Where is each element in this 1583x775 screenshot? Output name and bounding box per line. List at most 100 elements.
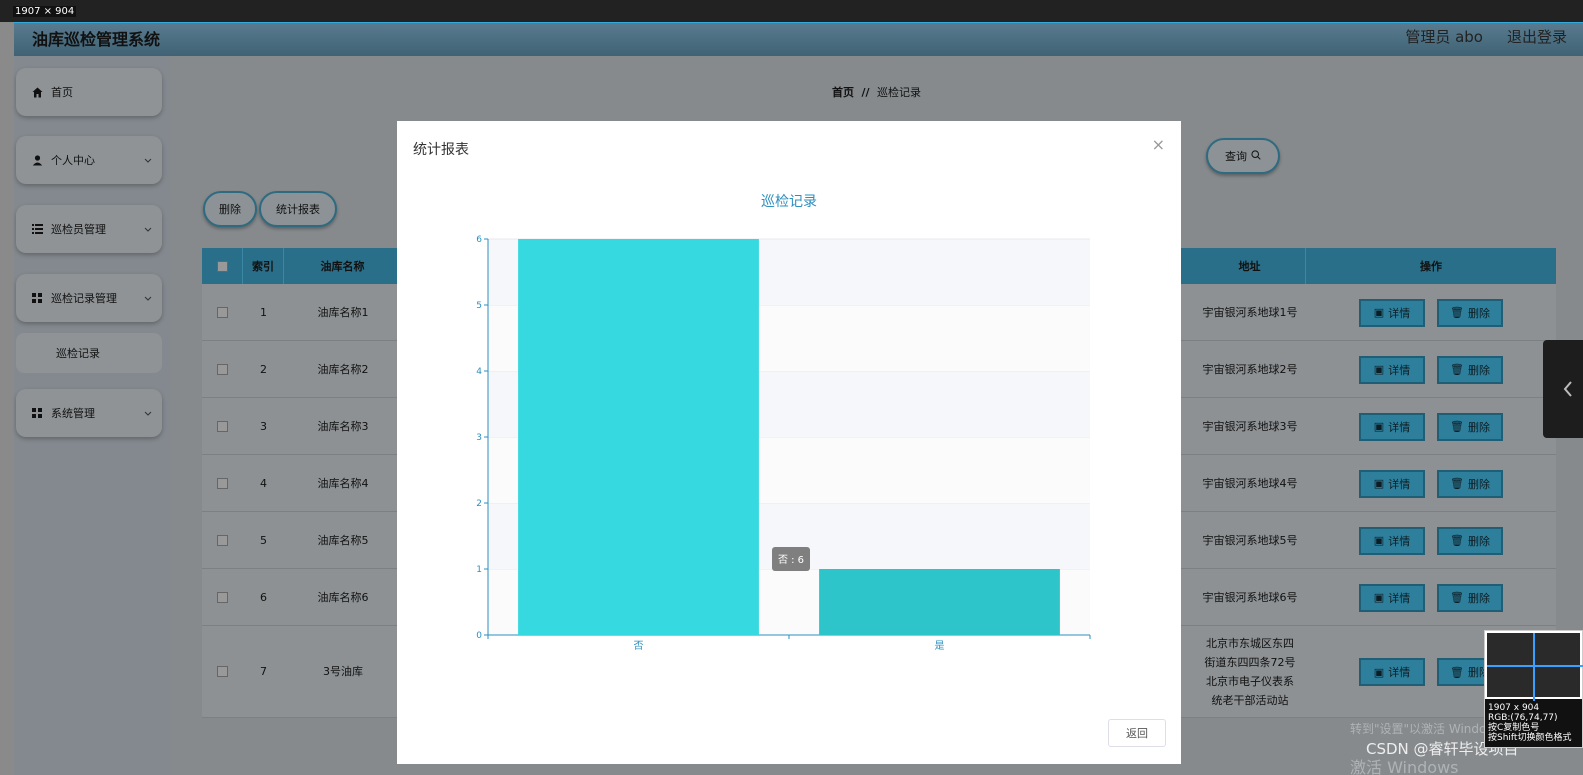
magnifier-view (1485, 631, 1583, 701)
detail-button[interactable]: ▣ 详情 (1359, 583, 1425, 612)
app-header: 油库巡检管理系统 管理员 abo 退出登录 (14, 22, 1583, 56)
row-checkbox[interactable] (217, 666, 228, 677)
breadcrumb: 首页 // 巡检记录 (832, 84, 921, 100)
select-all-checkbox[interactable] (216, 260, 228, 272)
sidebar-item-label: 首页 (51, 86, 73, 99)
detail-icon: ▣ (1373, 534, 1385, 547)
detail-label: 详情 (1388, 666, 1411, 679)
row-address: 宇宙银河系地球1号 (1202, 305, 1298, 319)
row-delete-label: 删除 (1467, 591, 1490, 605)
detail-button[interactable]: ▣ 详情 (1359, 658, 1425, 686)
sidebar-subitem-label: 巡检记录 (56, 347, 100, 360)
stats-report-button[interactable]: 统计报表 (259, 191, 337, 227)
detail-icon: ▣ (1373, 363, 1385, 376)
user-icon (31, 154, 43, 166)
row-address: 宇宙银河系地球5号 (1202, 533, 1298, 547)
row-address: 宇宙银河系地球3号 (1202, 419, 1298, 433)
sidebar-item-home[interactable]: 首页 (16, 68, 162, 116)
detail-icon: ▣ (1373, 665, 1385, 679)
screen-measure-bar: 1907 × 904 (0, 0, 1583, 22)
row-checkbox[interactable] (217, 420, 228, 432)
sidebar-item-label: 巡检记录管理 (51, 292, 117, 305)
sidebar-item-label: 系统管理 (51, 407, 95, 420)
row-delete-button[interactable]: 🗑 删除 (1437, 583, 1503, 612)
breadcrumb-separator: // (861, 86, 870, 99)
row-index: 4 (260, 476, 267, 490)
row-select-cell (202, 341, 243, 397)
stats-report-dialog: 统计报表 × 巡检记录 0123456否是否 : 6 返回 (397, 121, 1181, 764)
row-address: 宇宙银河系地球4号 (1202, 476, 1298, 490)
row-checkbox[interactable] (217, 363, 228, 375)
y-tick-label: 4 (476, 367, 482, 377)
row-index: 5 (260, 533, 267, 547)
row-depot-name: 3号油库 (323, 665, 363, 678)
row-delete-button[interactable]: 🗑 删除 (1437, 469, 1503, 498)
grid-icon (31, 292, 43, 304)
logout-link[interactable]: 退出登录 (1507, 26, 1567, 47)
row-select-cell (202, 626, 243, 717)
row-delete-label: 删除 (1467, 363, 1490, 377)
row-index: 3 (260, 419, 267, 433)
detail-icon: ▣ (1373, 306, 1385, 319)
row-delete-button[interactable]: 🗑 删除 (1437, 526, 1503, 555)
row-checkbox[interactable] (217, 306, 228, 318)
row-index: 7 (260, 665, 267, 678)
chevron-down-icon (144, 223, 152, 236)
bar-0 (518, 239, 759, 635)
magnifier-hint-format: 按Shift切换颜色格式 (1488, 733, 1572, 743)
detail-button[interactable]: ▣ 详情 (1359, 412, 1425, 441)
trash-icon: 🗑 (1450, 477, 1464, 490)
row-index: 2 (260, 362, 267, 376)
row-delete-button[interactable]: 🗑 删除 (1437, 412, 1503, 441)
trash-icon: 🗑 (1450, 591, 1464, 604)
sidebar-item-system[interactable]: 系统管理 (16, 389, 162, 437)
bulk-delete-button[interactable]: 删除 (203, 191, 257, 227)
row-checkbox[interactable] (217, 591, 228, 603)
list-icon (31, 223, 43, 235)
magnifier-rgb: RGB:(76,74,77) (1488, 713, 1558, 723)
y-tick-label: 5 (476, 301, 482, 311)
x-tick-label: 是 (935, 640, 945, 652)
sidebar-item-label: 个人中心 (51, 154, 95, 167)
row-address: 宇宙银河系地球2号 (1202, 362, 1298, 376)
bar-chart: 0 1 2 3 4 5 6 否 是 否 : 6 (476, 235, 1091, 652)
row-depot-name: 油库名称3 (317, 419, 369, 433)
sidebar-item-records-admin[interactable]: 巡检记录管理 (16, 274, 162, 322)
home-icon (31, 86, 43, 98)
trash-icon: 🗑 (1450, 665, 1464, 679)
column-index: 索引 (243, 248, 284, 284)
y-tick-label: 3 (476, 433, 482, 443)
row-checkbox[interactable] (217, 477, 228, 489)
row-delete-button[interactable]: 🗑 删除 (1437, 355, 1503, 384)
chevron-left-icon (1563, 381, 1572, 397)
select-all-cell (202, 248, 243, 284)
detail-button[interactable]: ▣ 详情 (1359, 526, 1425, 555)
row-checkbox[interactable] (217, 534, 228, 546)
y-tick-label: 1 (476, 565, 482, 575)
row-delete-label: 删除 (1467, 534, 1490, 548)
detail-button[interactable]: ▣ 详情 (1359, 469, 1425, 498)
sidebar-item-inspectors[interactable]: 巡检员管理 (16, 205, 162, 253)
detail-icon: ▣ (1373, 420, 1385, 433)
app-title: 油库巡检管理系统 (32, 30, 161, 49)
row-delete-button[interactable]: 🗑 删除 (1437, 298, 1503, 327)
row-depot-name: 油库名称6 (317, 590, 369, 604)
breadcrumb-home[interactable]: 首页 (832, 86, 854, 99)
column-name: 油库名称 (284, 248, 402, 284)
chart-tooltip-text: 否 : 6 (778, 554, 804, 566)
y-tick-label: 2 (476, 499, 482, 509)
back-button[interactable]: 返回 (1108, 719, 1166, 747)
side-drawer-handle[interactable] (1543, 340, 1583, 438)
detail-label: 详情 (1388, 591, 1411, 605)
query-button[interactable]: 查询 (1206, 138, 1280, 174)
detail-button[interactable]: ▣ 详情 (1359, 355, 1425, 384)
detail-label: 详情 (1388, 534, 1411, 548)
sidebar-subitem-records[interactable]: 巡检记录 (16, 333, 162, 373)
sidebar-item-profile[interactable]: 个人中心 (16, 136, 162, 184)
y-tick-label: 0 (476, 631, 482, 641)
detail-button[interactable]: ▣ 详情 (1359, 298, 1425, 327)
detail-icon: ▣ (1373, 477, 1385, 490)
bulk-delete-label: 删除 (219, 203, 241, 216)
row-address: 宇宙银河系地球6号 (1202, 590, 1298, 604)
row-select-cell (202, 569, 243, 625)
